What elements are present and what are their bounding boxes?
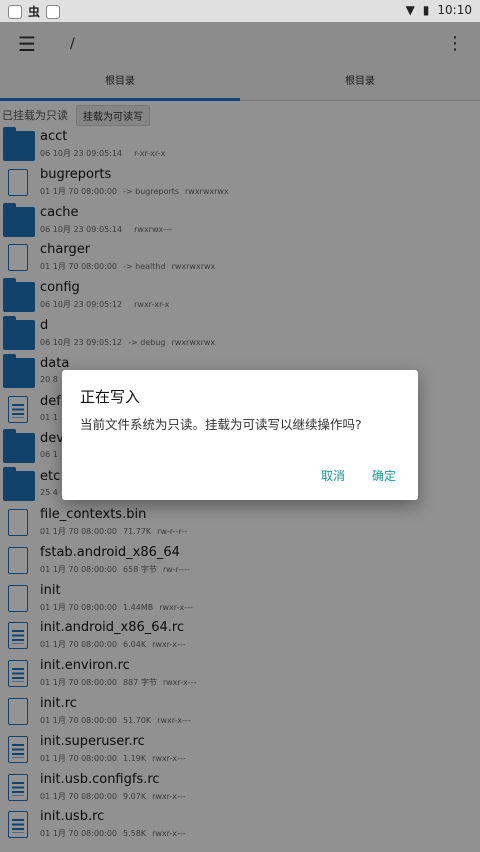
dialog-title: 正在写入	[80, 388, 141, 406]
notification-icon	[8, 4, 22, 19]
status-bar: 虫 ▼ ▮ 10:10	[0, 0, 480, 22]
dialog-message: 当前文件系统为只读。挂载为可读写以继续操作吗?	[80, 417, 362, 432]
cancel-button[interactable]: 取消	[321, 467, 345, 484]
wifi-icon: ▼	[405, 3, 415, 17]
clock: 10:10	[437, 3, 472, 17]
notification-a-icon	[46, 4, 61, 19]
write-dialog: 正在写入 当前文件系统为只读。挂载为可读写以继续操作吗? 取消 确定	[62, 370, 418, 500]
ok-button[interactable]: 确定	[372, 467, 396, 484]
app-glyph-icon: 虫	[28, 5, 41, 19]
battery-icon: ▮	[422, 3, 430, 17]
